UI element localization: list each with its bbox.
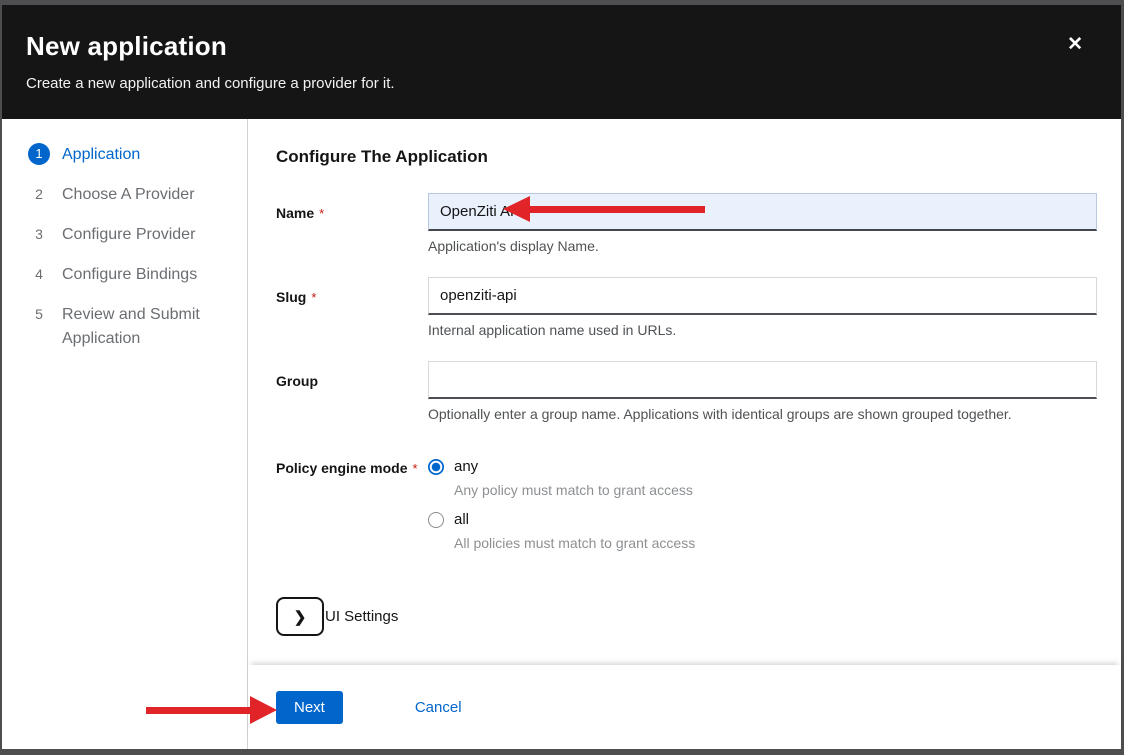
- group-helper: Optionally enter a group name. Applicati…: [428, 406, 1097, 422]
- step-label: Application: [62, 143, 140, 167]
- wizard-step-configure-bindings[interactable]: 4 Configure Bindings: [2, 255, 247, 295]
- close-icon: ✕: [1067, 34, 1083, 55]
- name-helper: Application's display Name.: [428, 238, 1097, 254]
- next-button[interactable]: Next: [276, 691, 343, 724]
- step-number: 2: [28, 183, 50, 205]
- required-asterisk: *: [319, 206, 324, 221]
- close-button[interactable]: ✕: [1063, 31, 1087, 58]
- modal-subtitle: Create a new application and configure a…: [26, 75, 1097, 93]
- policy-engine-mode-label: Policy engine mode*: [276, 458, 428, 564]
- modal-body: 1 Application 2 Choose A Provider 3 Conf…: [2, 119, 1121, 749]
- ui-settings-row: ❯ UI Settings: [276, 597, 1097, 636]
- content-heading: Configure The Application: [276, 147, 1097, 167]
- wizard-step-review-submit[interactable]: 5 Review and Submit Application: [2, 295, 247, 359]
- step-number: 3: [28, 223, 50, 245]
- radio-checked-icon: [428, 459, 444, 475]
- name-label: Name*: [276, 193, 428, 254]
- slug-input[interactable]: [428, 277, 1097, 315]
- wizard-step-configure-provider[interactable]: 3 Configure Provider: [2, 215, 247, 255]
- step-number: 4: [28, 263, 50, 285]
- wizard-nav: 1 Application 2 Choose A Provider 3 Conf…: [2, 119, 248, 749]
- required-asterisk: *: [311, 290, 316, 305]
- policy-mode-any-radio[interactable]: any: [428, 458, 1097, 475]
- wizard-content: Configure The Application Name* Applicat…: [248, 119, 1121, 665]
- group-input[interactable]: [428, 361, 1097, 399]
- chevron-right-icon: ❯: [294, 608, 307, 626]
- modal-title: New application: [26, 29, 1097, 63]
- name-field-row: Name* Application's display Name.: [276, 193, 1097, 254]
- wizard-step-choose-provider[interactable]: 2 Choose A Provider: [2, 175, 247, 215]
- name-input[interactable]: [428, 193, 1097, 231]
- step-label: Choose A Provider: [62, 183, 195, 207]
- step-number: 1: [28, 143, 50, 165]
- step-label: Review and Submit Application: [62, 303, 227, 351]
- radio-label-any: any: [454, 458, 478, 475]
- policy-mode-all-helper: All policies must match to grant access: [454, 535, 1097, 551]
- step-label: Configure Provider: [62, 223, 195, 247]
- policy-mode-any-helper: Any policy must match to grant access: [454, 482, 1097, 498]
- group-field-row: Group Optionally enter a group name. App…: [276, 361, 1097, 422]
- policy-mode-all-radio[interactable]: all: [428, 511, 1097, 528]
- slug-label: Slug*: [276, 277, 428, 338]
- step-number: 5: [28, 303, 50, 325]
- group-label: Group: [276, 361, 428, 422]
- radio-label-all: all: [454, 511, 469, 528]
- slug-helper: Internal application name used in URLs.: [428, 322, 1097, 338]
- wizard-main: Configure The Application Name* Applicat…: [248, 119, 1121, 749]
- ui-settings-expand-button[interactable]: ❯: [276, 597, 324, 636]
- policy-engine-mode-row: Policy engine mode* any Any policy must …: [276, 458, 1097, 564]
- new-application-modal: New application Create a new application…: [2, 5, 1121, 749]
- ui-settings-label: UI Settings: [325, 608, 398, 625]
- required-asterisk: *: [412, 461, 417, 476]
- cancel-button[interactable]: Cancel: [409, 691, 468, 717]
- radio-unchecked-icon: [428, 512, 444, 528]
- slug-field-row: Slug* Internal application name used in …: [276, 277, 1097, 338]
- step-label: Configure Bindings: [62, 263, 197, 287]
- modal-footer: Next Cancel: [248, 665, 1121, 749]
- modal-header: New application Create a new application…: [2, 5, 1121, 119]
- wizard-step-application[interactable]: 1 Application: [2, 135, 247, 175]
